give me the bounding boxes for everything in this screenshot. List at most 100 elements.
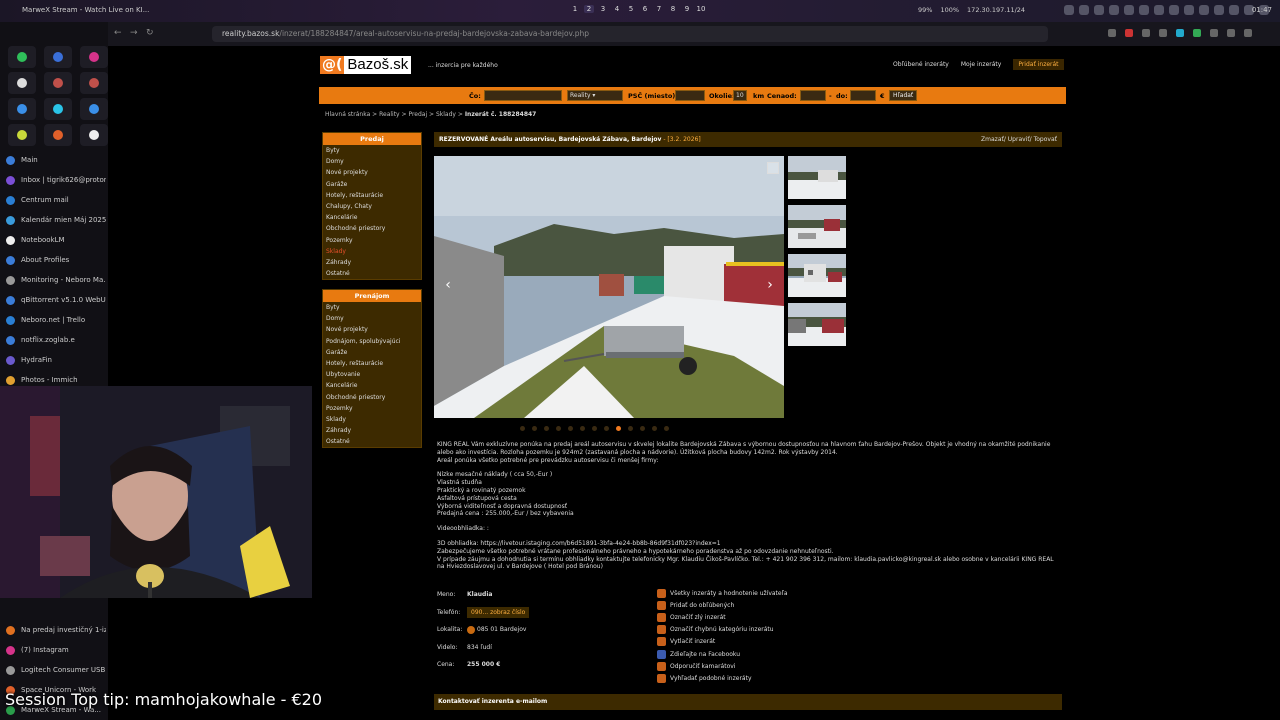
menu-prenajom-item[interactable]: Podnájom, spolubývajúci xyxy=(323,336,421,347)
favorites-link[interactable]: Obľúbené inzeráty xyxy=(893,61,949,70)
sidebar-tab[interactable]: Logitech Consumer USB... xyxy=(6,660,106,680)
tray-icon[interactable] xyxy=(1124,5,1134,15)
psc-input[interactable] xyxy=(675,90,705,101)
listing-action[interactable]: Odporučiť kamarátovi xyxy=(657,660,788,672)
listing-action[interactable]: Označiť zlý inzerát xyxy=(657,611,788,623)
price-from-input[interactable] xyxy=(800,90,826,101)
menu-prenajom-item[interactable]: Obchodné priestory xyxy=(323,392,421,403)
sidebar-tab[interactable]: HydraFin xyxy=(6,350,106,370)
photo-thumbnail[interactable] xyxy=(788,303,846,346)
workspace-9[interactable]: 9 xyxy=(682,5,692,13)
prev-photo-icon[interactable]: ‹ xyxy=(440,277,456,293)
extension-icon[interactable] xyxy=(1210,29,1218,37)
url-bar[interactable]: reality.bazos.sk/inzerat/188284847/areal… xyxy=(212,26,1048,42)
sidebar-tab[interactable]: Inbox | tigrik626@proton... xyxy=(6,170,106,190)
tray-icon[interactable] xyxy=(1154,5,1164,15)
menu-prenajom-item[interactable]: Domy xyxy=(323,313,421,324)
photo-dot[interactable] xyxy=(664,426,669,431)
tray-icon[interactable] xyxy=(1109,5,1119,15)
menu-prenajom-item[interactable]: Ostatné xyxy=(323,436,421,447)
back-icon[interactable]: ← xyxy=(114,28,122,38)
extension-icon[interactable] xyxy=(1108,29,1116,37)
photo-thumbnail[interactable] xyxy=(788,205,846,248)
bazos-logo[interactable]: @( Bazoš.sk xyxy=(320,56,412,74)
tray-icon[interactable] xyxy=(1199,5,1209,15)
photo-thumbnail[interactable] xyxy=(788,156,846,199)
location-value[interactable]: 085 01 Bardejov xyxy=(477,626,526,633)
contact-email-bar[interactable]: Kontaktovať inzerenta e-mailom xyxy=(434,694,1062,710)
workspace-1[interactable]: 1 xyxy=(570,5,580,13)
tray-icon[interactable] xyxy=(1169,5,1179,15)
pinned-tab[interactable] xyxy=(44,46,72,68)
photo-thumbnail[interactable] xyxy=(788,254,846,297)
tray-icon[interactable] xyxy=(1094,5,1104,15)
tray-icon[interactable] xyxy=(1079,5,1089,15)
category-select[interactable]: Reality ▾ xyxy=(567,90,623,101)
add-ad-button[interactable]: Pridať inzerát xyxy=(1013,59,1064,70)
show-phone-button[interactable]: 090... zobraz číslo xyxy=(467,606,530,618)
search-input[interactable] xyxy=(484,90,562,101)
listing-action[interactable]: Zdieľajte na Facebooku xyxy=(657,648,788,660)
extension-icon[interactable] xyxy=(1176,29,1184,37)
menu-predaj-item[interactable]: Byty xyxy=(323,145,421,156)
menu-prenajom-item[interactable]: Hotely, reštaurácie xyxy=(323,358,421,369)
sidebar-tab[interactable]: Main xyxy=(6,150,106,170)
menu-predaj-item[interactable]: Hotely, reštaurácie xyxy=(323,190,421,201)
workspace-7[interactable]: 7 xyxy=(654,5,664,13)
sidebar-tab[interactable]: Neboro.net | Trello xyxy=(6,310,106,330)
menu-predaj-item[interactable]: Záhrady xyxy=(323,257,421,268)
extension-icon[interactable] xyxy=(1193,29,1201,37)
sidebar-tab[interactable]: NotebookLM xyxy=(6,230,106,250)
reload-icon[interactable]: ↻ xyxy=(146,28,154,38)
extension-icon[interactable] xyxy=(1227,29,1235,37)
menu-predaj-item[interactable]: Sklady xyxy=(323,246,421,257)
workspace-2[interactable]: 2 xyxy=(584,5,594,13)
menu-prenajom-item[interactable]: Nové projekty xyxy=(323,324,421,335)
menu-prenajom-item[interactable]: Garáže xyxy=(323,347,421,358)
menu-prenajom-item[interactable]: Záhrady xyxy=(323,425,421,436)
photo-dot[interactable] xyxy=(580,426,585,431)
sidebar-tab[interactable]: qBittorrent v5.1.0 WebUI xyxy=(6,290,106,310)
menu-predaj-item[interactable]: Obchodné priestory xyxy=(323,223,421,234)
listing-action[interactable]: Vytlačiť inzerát xyxy=(657,636,788,648)
tray-icon[interactable] xyxy=(1229,5,1239,15)
menu-prenajom-item[interactable]: Pozemky xyxy=(323,403,421,414)
okolie-input[interactable]: 10 xyxy=(733,90,747,101)
menu-prenajom-item[interactable]: Kancelárie xyxy=(323,380,421,391)
listing-edit-actions[interactable]: Zmazať/ Upraviť/ Topovať xyxy=(981,136,1057,143)
pinned-tab[interactable] xyxy=(44,124,72,146)
pinned-tab[interactable] xyxy=(44,98,72,120)
extension-icons[interactable] xyxy=(1108,29,1252,37)
fullscreen-icon[interactable] xyxy=(767,162,779,174)
photo-dot[interactable] xyxy=(544,426,549,431)
next-photo-icon[interactable]: › xyxy=(762,277,778,293)
workspace-4[interactable]: 4 xyxy=(612,5,622,13)
sidebar-tab[interactable]: Monitoring - Neboro Ma... xyxy=(6,270,106,290)
tray-icon[interactable] xyxy=(1184,5,1194,15)
photo-dot[interactable] xyxy=(640,426,645,431)
pinned-tab[interactable] xyxy=(8,46,36,68)
tray-icon[interactable] xyxy=(1139,5,1149,15)
menu-predaj-item[interactable]: Garáže xyxy=(323,179,421,190)
workspace-6[interactable]: 6 xyxy=(640,5,650,13)
workspace-10[interactable]: 10 xyxy=(696,5,706,13)
sidebar-tab[interactable]: About Profiles xyxy=(6,250,106,270)
extension-icon[interactable] xyxy=(1125,29,1133,37)
menu-predaj-item[interactable]: Chalupy, Chaty xyxy=(323,201,421,212)
pinned-tab[interactable] xyxy=(80,46,108,68)
photo-dot[interactable] xyxy=(520,426,525,431)
pinned-tab[interactable] xyxy=(44,72,72,94)
listing-action[interactable]: Označiť chybnú kategóriu inzerátu xyxy=(657,624,788,636)
menu-prenajom-item[interactable]: Sklady xyxy=(323,414,421,425)
tray-icon[interactable] xyxy=(1214,5,1224,15)
pinned-tab[interactable] xyxy=(80,72,108,94)
menu-icon[interactable] xyxy=(1244,29,1252,37)
sidebar-tab[interactable]: notflix.zoglab.e xyxy=(6,330,106,350)
my-ads-link[interactable]: Moje inzeráty xyxy=(961,61,1001,70)
listing-action[interactable]: Vyhľadať podobné inzeráty xyxy=(657,672,788,684)
forward-icon[interactable]: → xyxy=(130,28,138,38)
menu-predaj-item[interactable]: Nové projekty xyxy=(323,167,421,178)
price-to-input[interactable] xyxy=(850,90,876,101)
photo-dot[interactable] xyxy=(556,426,561,431)
extension-icon[interactable] xyxy=(1159,29,1167,37)
